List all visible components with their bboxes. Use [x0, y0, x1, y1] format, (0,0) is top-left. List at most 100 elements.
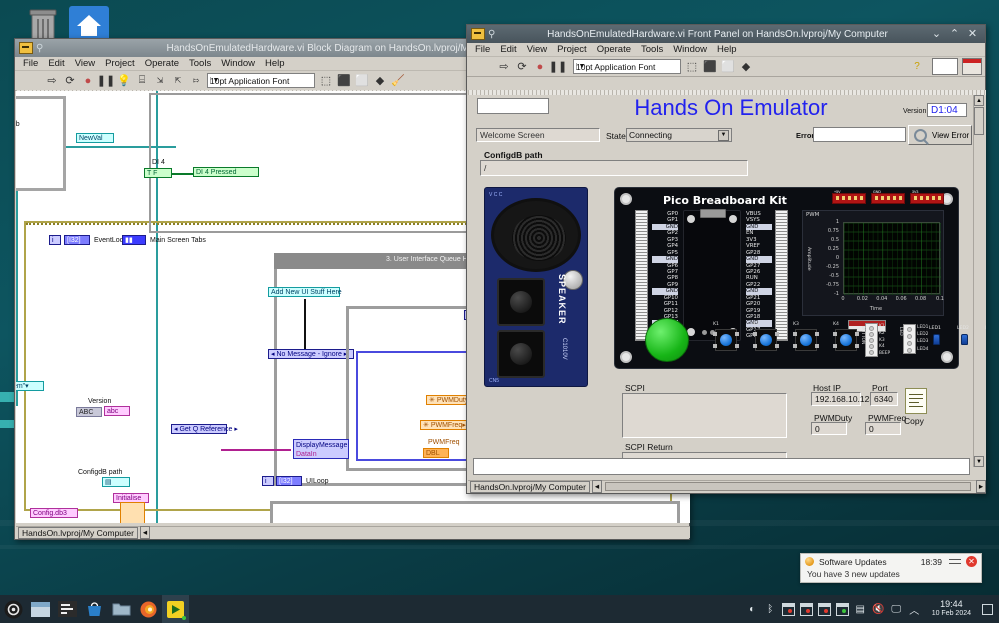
file-manager-icon[interactable] — [108, 595, 135, 623]
show-desktop-icon[interactable] — [982, 603, 993, 615]
font-selector[interactable]: 10pt Application Font ▼ — [573, 59, 681, 74]
retain-wire-values-icon[interactable]: ⌸ — [135, 74, 149, 88]
pwm-graph[interactable]: PWM Amplitude 1 0.75 0.5 0.25 0 -0.25 -0.5 -0.7… — [802, 210, 944, 316]
clean-up-diagram-icon[interactable]: 🧹 — [391, 74, 405, 88]
no-message-case[interactable]: ◂ No Message - Ignore ▸ — [268, 349, 354, 359]
step-into-icon[interactable]: ⇲ — [153, 74, 167, 88]
main-screen-tabs-terminal[interactable]: ▮▮ — [122, 235, 146, 245]
di4-pressed-constant[interactable]: DI 4 Pressed — [193, 167, 259, 177]
scpi-field[interactable] — [622, 393, 787, 438]
app-launcher-icon[interactable] — [0, 595, 27, 623]
reorder-icon[interactable]: ◆ — [373, 74, 387, 88]
menu-operate[interactable]: Operate — [140, 58, 184, 69]
connector-pane-icon[interactable] — [962, 58, 982, 75]
terminal-icon[interactable] — [54, 595, 81, 623]
button-k1[interactable] — [713, 329, 739, 351]
speaker-button-1[interactable] — [497, 278, 545, 326]
front-panel-titlebar[interactable]: ⚲ HandsOnEmulatedHardware.vi Front Panel… — [467, 25, 985, 43]
version-value[interactable]: D1:04 — [927, 103, 967, 117]
host-ip-field[interactable]: 192.168.10.123 — [811, 392, 874, 406]
scrollbar-thumb[interactable] — [974, 107, 984, 135]
menu-file[interactable]: File — [18, 58, 43, 69]
pin-icon[interactable]: ⚲ — [488, 29, 500, 40]
ui-loop-terminal[interactable]: [I32] — [276, 476, 302, 486]
menu-help[interactable]: Help — [712, 44, 742, 55]
close-icon[interactable]: ✕ — [966, 556, 977, 567]
distribute-objects-icon[interactable]: ⬛ — [337, 74, 351, 88]
menu-view[interactable]: View — [522, 44, 552, 55]
context-nav-icon[interactable]: ◂ — [139, 526, 150, 539]
front-panel-window[interactable]: ⚲ HandsOnEmulatedHardware.vi Front Panel… — [466, 24, 986, 494]
settings-sliders-icon[interactable] — [949, 557, 961, 567]
pwmduty-field[interactable]: 0 — [811, 422, 847, 435]
front-panel-menubar[interactable]: File Edit View Project Operate Tools Win… — [467, 43, 985, 57]
menu-help[interactable]: Help — [260, 58, 290, 69]
pwmfreq-indicator[interactable]: DBL — [423, 448, 449, 458]
menu-edit[interactable]: Edit — [43, 58, 69, 69]
copy-icon[interactable] — [905, 388, 927, 414]
green-button[interactable] — [645, 318, 689, 362]
menu-window[interactable]: Window — [216, 58, 260, 69]
front-panel-toolbar[interactable]: ⇨ ⟳ ● ❚❚ 10pt Application Font ▼ ⬚ ⬛ ⬜ ◆… — [467, 57, 985, 77]
chevron-up-icon[interactable]: ︿ — [908, 603, 921, 617]
help-icon[interactable]: ? — [910, 60, 924, 74]
window-2-icon[interactable] — [799, 602, 813, 616]
event-loop-terminal[interactable]: [I32] — [64, 235, 90, 245]
firefox-icon[interactable] — [135, 595, 162, 623]
run-continuous-icon[interactable]: ⟳ — [63, 74, 77, 88]
version-src[interactable]: ABC — [76, 407, 102, 417]
resize-objects-icon[interactable]: ⬜ — [355, 74, 369, 88]
notification-toast[interactable]: Software Updates 18:39 ✕ You have 3 new … — [800, 553, 982, 583]
bluetooth-icon[interactable]: ᛒ — [764, 603, 777, 616]
version-indicator[interactable]: abc — [104, 406, 130, 416]
clipboard-icon[interactable]: ▤ — [854, 603, 867, 616]
run-icon[interactable]: ⇨ — [497, 60, 511, 74]
abort-icon[interactable]: ● — [81, 74, 95, 88]
context-nav-icon[interactable]: ◂ — [591, 480, 602, 493]
clock[interactable]: 19:44 10 Feb 2024 — [926, 599, 977, 619]
menu-project[interactable]: Project — [552, 44, 592, 55]
item-node[interactable]: tem"▾ — [16, 381, 44, 391]
horizontal-scrollbar[interactable] — [604, 482, 971, 491]
close-button[interactable]: ✕ — [967, 28, 978, 40]
highlight-execution-icon[interactable]: 💡 — [117, 74, 131, 88]
notification-icon[interactable]: ◐ — [746, 603, 759, 616]
taskbar[interactable]: ◐ ᛒ ▤ 🔇 🖵 ︿ 19:44 10 Feb 2024 — [0, 595, 999, 623]
front-panel-vertical-scrollbar[interactable]: ▲ ▼ — [973, 95, 984, 467]
pause-icon[interactable]: ❚❚ — [97, 74, 115, 88]
software-center-icon[interactable] — [81, 595, 108, 623]
top-left-field[interactable] — [477, 98, 549, 114]
menu-window[interactable]: Window — [668, 44, 712, 55]
menu-file[interactable]: File — [470, 44, 495, 55]
event-loop-index[interactable]: i — [49, 235, 61, 245]
ui-loop-index[interactable]: i — [262, 476, 274, 486]
align-objects-icon[interactable]: ⬚ — [685, 60, 699, 74]
configdb-path-field[interactable]: / — [480, 160, 748, 176]
get-q-reference-case[interactable]: ◂ Get Q Reference ▸ — [171, 424, 238, 434]
newval-terminal[interactable]: NewVal — [76, 133, 114, 143]
maximize-button[interactable]: ⌃ — [949, 28, 960, 40]
menu-view[interactable]: View — [70, 58, 100, 69]
abort-icon[interactable]: ● — [533, 60, 547, 74]
system-tray[interactable]: ◐ ᛒ ▤ 🔇 🖵 ︿ 19:44 10 Feb 2024 — [746, 599, 999, 619]
speaker-button-2[interactable] — [497, 330, 545, 378]
labview-icon[interactable] — [162, 595, 189, 623]
align-objects-icon[interactable]: ⬚ — [319, 74, 333, 88]
reorder-icon[interactable]: ◆ — [739, 60, 753, 74]
step-out-icon[interactable]: ⇰ — [189, 74, 203, 88]
scroll-right-icon[interactable]: ▸ — [976, 480, 986, 493]
run-continuous-icon[interactable]: ⟳ — [515, 60, 529, 74]
window-1-icon[interactable] — [781, 602, 795, 616]
add-new-ui-comment[interactable]: Add New UI Stuff Here — [268, 287, 342, 297]
port-field[interactable]: 6340 — [870, 392, 898, 406]
pause-icon[interactable]: ❚❚ — [549, 60, 567, 74]
chevron-down-icon[interactable]: ▼ — [718, 129, 729, 141]
menu-edit[interactable]: Edit — [495, 44, 521, 55]
minimize-button[interactable]: ⌄ — [931, 28, 942, 40]
view-error-button[interactable]: View Error — [908, 125, 972, 145]
message-bar[interactable] — [473, 458, 970, 475]
button-k2[interactable] — [753, 329, 779, 351]
window-3-icon[interactable] — [817, 602, 831, 616]
window-4-icon[interactable] — [835, 602, 849, 616]
display-icon[interactable]: 🖵 — [890, 603, 903, 616]
